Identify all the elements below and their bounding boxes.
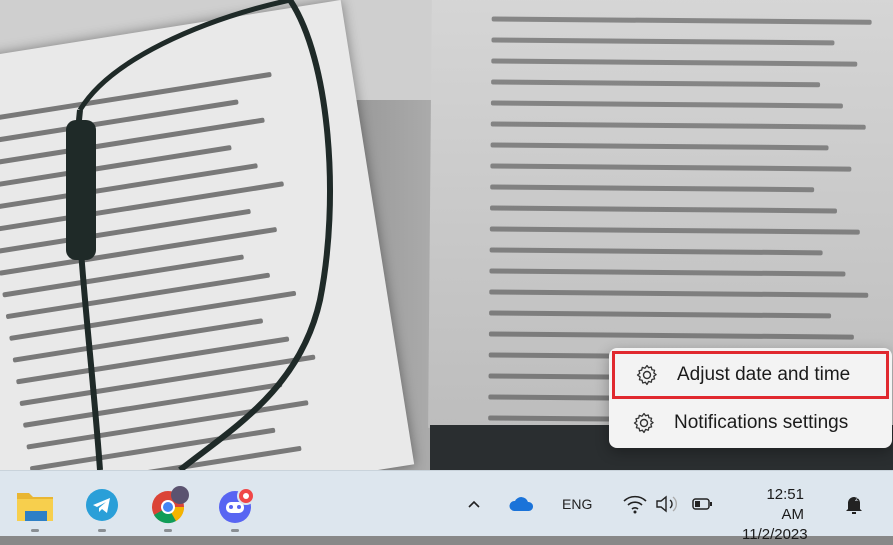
taskbar-file-explorer[interactable] [15, 485, 55, 532]
chrome-icon [152, 486, 189, 524]
page-text-line [491, 79, 821, 88]
chevron-up-icon [468, 500, 480, 508]
clock-time: 12:51 AM [766, 486, 804, 523]
page-text-line [490, 163, 852, 172]
notifications-settings-menu-item[interactable]: Notifications settings [612, 399, 889, 446]
page-text-line [490, 184, 815, 193]
page-text-line [488, 331, 854, 340]
page-text-line [491, 16, 872, 25]
network-volume-battery-group[interactable] [622, 471, 716, 537]
menu-item-label: Notifications settings [674, 411, 849, 433]
volume-icon [656, 495, 677, 513]
gear-icon [636, 364, 657, 386]
gear-icon [633, 412, 654, 433]
show-hidden-icons-button[interactable] [466, 471, 482, 537]
taskbar-telegram[interactable] [82, 485, 122, 532]
bell-snooze-icon: z [846, 496, 862, 514]
page-text-line [489, 205, 838, 214]
page-text-line [489, 289, 869, 298]
onedrive-icon[interactable] [508, 471, 536, 537]
folder-icon [17, 493, 53, 521]
cable-decoration [66, 0, 333, 470]
page-text-line [490, 121, 866, 130]
page-text-line [490, 100, 843, 109]
page-text-line [491, 58, 858, 67]
clock-date-button[interactable]: 12:51 AM 11/2/2023 [742, 485, 808, 545]
page-text-line [489, 247, 823, 256]
page-text-line [489, 268, 846, 277]
discord-icon [219, 487, 255, 523]
notifications-button[interactable]: z [843, 471, 865, 537]
taskbar: ENG 12:51 AM 11/2/2023 z [0, 470, 893, 543]
battery-icon [692, 498, 712, 510]
language-indicator[interactable]: ENG [562, 471, 592, 537]
telegram-icon [86, 489, 118, 521]
context-menu: Adjust date and time Notifications setti… [609, 348, 892, 448]
adjust-date-time-menu-item[interactable]: Adjust date and time [612, 351, 889, 399]
taskbar-chrome[interactable] [148, 485, 189, 532]
taskbar-discord[interactable] [215, 485, 255, 532]
page-text-line [490, 142, 829, 151]
menu-item-label: Adjust date and time [677, 364, 851, 385]
clock-date: 11/2/2023 [742, 526, 808, 543]
svg-text:z: z [855, 496, 859, 503]
page-text-line [489, 310, 832, 319]
page-text-line [491, 37, 835, 46]
page-text-line [489, 226, 860, 235]
wifi-icon [623, 495, 647, 514]
